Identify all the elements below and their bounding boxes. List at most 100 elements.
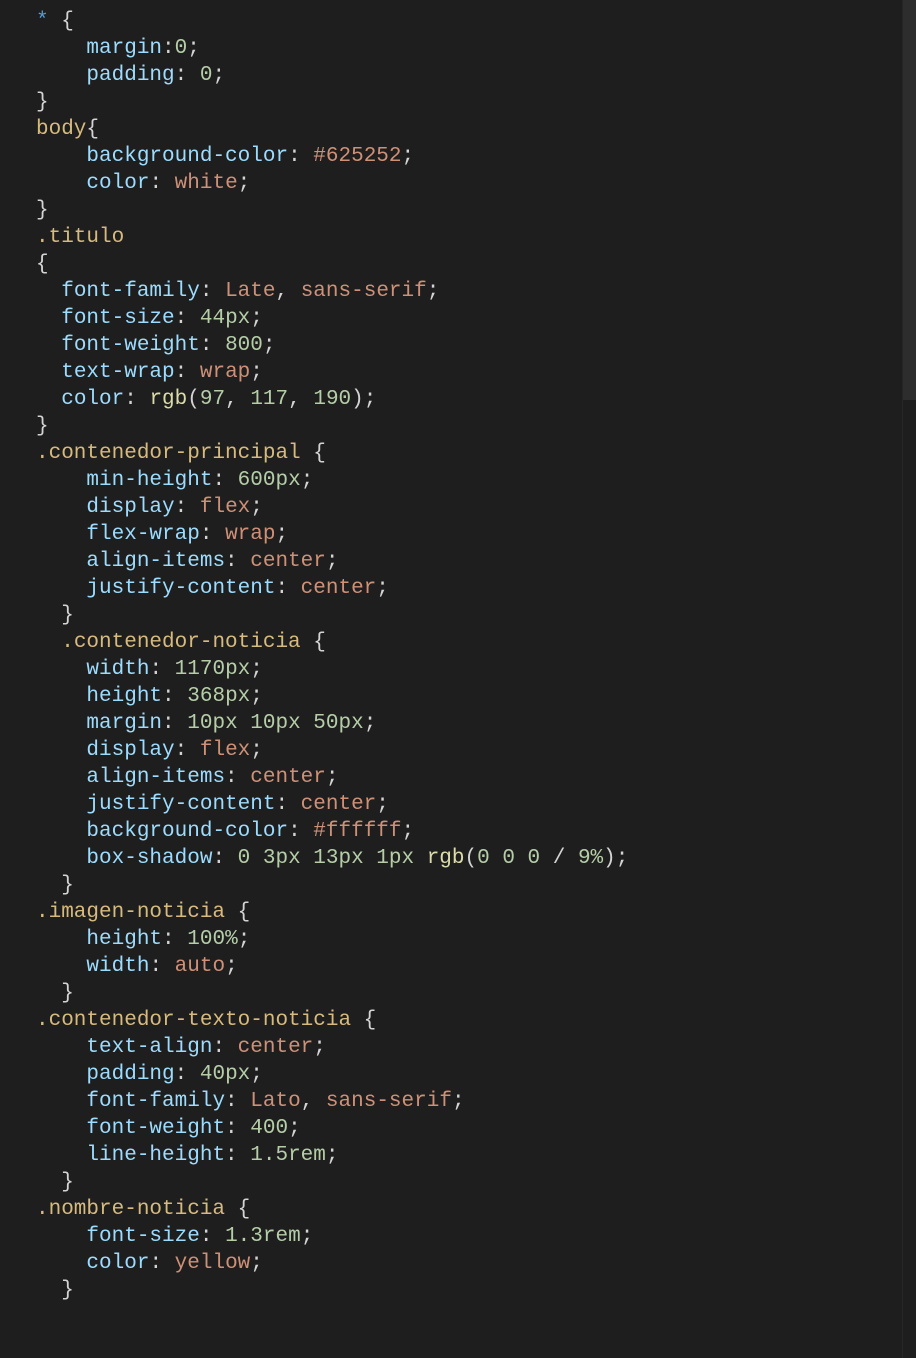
code-line[interactable]: }	[0, 1277, 916, 1304]
code-line[interactable]: align-items: center;	[0, 764, 916, 791]
code-line[interactable]: }	[0, 413, 916, 440]
code-line[interactable]: margin: 10px 10px 50px;	[0, 710, 916, 737]
code-line[interactable]: font-family: Late, sans-serif;	[0, 278, 916, 305]
brace-token: }	[61, 1279, 74, 1302]
value-token: center	[301, 577, 377, 600]
property-token: text-align	[86, 1036, 212, 1059]
value-token: auto	[175, 955, 225, 978]
value-token: center	[301, 793, 377, 816]
property-token: display	[86, 739, 174, 762]
property-token: flex-wrap	[86, 523, 199, 546]
code-line[interactable]: height: 368px;	[0, 683, 916, 710]
value-token: 44px	[200, 307, 250, 330]
property-token: background-color	[86, 145, 288, 168]
code-line[interactable]: .nombre-noticia {	[0, 1196, 916, 1223]
code-line[interactable]: }	[0, 980, 916, 1007]
scrollbar-thumb[interactable]	[903, 0, 916, 400]
property-token: box-shadow	[86, 847, 212, 870]
brace-token: {	[364, 1009, 377, 1032]
code-line[interactable]: width: auto;	[0, 953, 916, 980]
code-line[interactable]: flex-wrap: wrap;	[0, 521, 916, 548]
vertical-scrollbar[interactable]	[903, 0, 916, 1358]
code-line[interactable]: }	[0, 89, 916, 116]
property-token: width	[86, 658, 149, 681]
selector-token: .nombre-noticia	[36, 1198, 225, 1221]
brace-token: }	[36, 91, 49, 114]
code-line[interactable]: {	[0, 251, 916, 278]
brace-token: {	[61, 10, 74, 33]
code-line[interactable]: padding: 40px;	[0, 1061, 916, 1088]
code-line[interactable]: box-shadow: 0 3px 13px 1px rgb(0 0 0 / 9…	[0, 845, 916, 872]
code-line[interactable]: .imagen-noticia {	[0, 899, 916, 926]
selector-token: body	[36, 118, 86, 141]
code-line[interactable]: display: flex;	[0, 737, 916, 764]
code-line[interactable]: min-height: 600px;	[0, 467, 916, 494]
code-line[interactable]: font-size: 1.3rem;	[0, 1223, 916, 1250]
code-line[interactable]: justify-content: center;	[0, 791, 916, 818]
code-line[interactable]: .contenedor-principal {	[0, 440, 916, 467]
value-token: center	[250, 766, 326, 789]
property-token: height	[86, 685, 162, 708]
code-line[interactable]: }	[0, 602, 916, 629]
code-line[interactable]: * {	[0, 8, 916, 35]
code-line[interactable]: }	[0, 872, 916, 899]
code-line[interactable]: }	[0, 197, 916, 224]
value-token: white	[175, 172, 238, 195]
selector-token: .contenedor-principal	[36, 442, 301, 465]
property-token: color	[86, 172, 149, 195]
code-line[interactable]: color: yellow;	[0, 1250, 916, 1277]
code-line[interactable]: padding: 0;	[0, 62, 916, 89]
code-line[interactable]: .contenedor-texto-noticia {	[0, 1007, 916, 1034]
brace-token: }	[36, 415, 49, 438]
value-token: wrap	[225, 523, 275, 546]
code-line[interactable]: .titulo	[0, 224, 916, 251]
code-line[interactable]: line-height: 1.5rem;	[0, 1142, 916, 1169]
code-line[interactable]: .contenedor-noticia {	[0, 629, 916, 656]
property-token: font-weight	[61, 334, 200, 357]
code-editor[interactable]: * { margin:0; padding: 0; } body{ backgr…	[0, 0, 916, 1304]
code-line[interactable]: background-color: #625252;	[0, 143, 916, 170]
value-token: 1.5rem	[250, 1144, 326, 1167]
property-token: width	[86, 955, 149, 978]
value-token: 0	[175, 37, 188, 60]
code-line[interactable]: align-items: center;	[0, 548, 916, 575]
value-token: flex	[200, 739, 250, 762]
value-token: Late	[225, 280, 275, 303]
function-token: rgb	[427, 847, 465, 870]
value-token: center	[250, 550, 326, 573]
property-token: color	[61, 388, 124, 411]
selector-token: .titulo	[36, 226, 124, 249]
value-token: 600px	[238, 469, 301, 492]
code-line[interactable]: background-color: #ffffff;	[0, 818, 916, 845]
property-token: justify-content	[86, 577, 275, 600]
property-token: font-size	[86, 1225, 199, 1248]
property-token: margin	[86, 712, 162, 735]
scrollbar-border	[902, 0, 903, 1358]
brace-token: {	[313, 631, 326, 654]
brace-token: }	[61, 604, 74, 627]
code-line[interactable]: height: 100%;	[0, 926, 916, 953]
code-line[interactable]: color: white;	[0, 170, 916, 197]
value-token: wrap	[200, 361, 250, 384]
code-line[interactable]: justify-content: center;	[0, 575, 916, 602]
selector-token: .contenedor-texto-noticia	[36, 1009, 351, 1032]
code-line[interactable]: text-wrap: wrap;	[0, 359, 916, 386]
value-token: sans-serif	[301, 280, 427, 303]
code-line[interactable]: body{	[0, 116, 916, 143]
code-line[interactable]: color: rgb(97, 117, 190);	[0, 386, 916, 413]
code-line[interactable]: font-family: Lato, sans-serif;	[0, 1088, 916, 1115]
code-line[interactable]: display: flex;	[0, 494, 916, 521]
selector-token: .imagen-noticia	[36, 901, 225, 924]
value-token: 400	[250, 1117, 288, 1140]
property-token: display	[86, 496, 174, 519]
code-line[interactable]: font-weight: 400;	[0, 1115, 916, 1142]
brace-token: }	[61, 874, 74, 897]
property-token: font-family	[61, 280, 200, 303]
code-line[interactable]: font-weight: 800;	[0, 332, 916, 359]
value-token: 10px 10px 50px	[187, 712, 363, 735]
code-line[interactable]: width: 1170px;	[0, 656, 916, 683]
code-line[interactable]: }	[0, 1169, 916, 1196]
code-line[interactable]: text-align: center;	[0, 1034, 916, 1061]
code-line[interactable]: margin:0;	[0, 35, 916, 62]
code-line[interactable]: font-size: 44px;	[0, 305, 916, 332]
